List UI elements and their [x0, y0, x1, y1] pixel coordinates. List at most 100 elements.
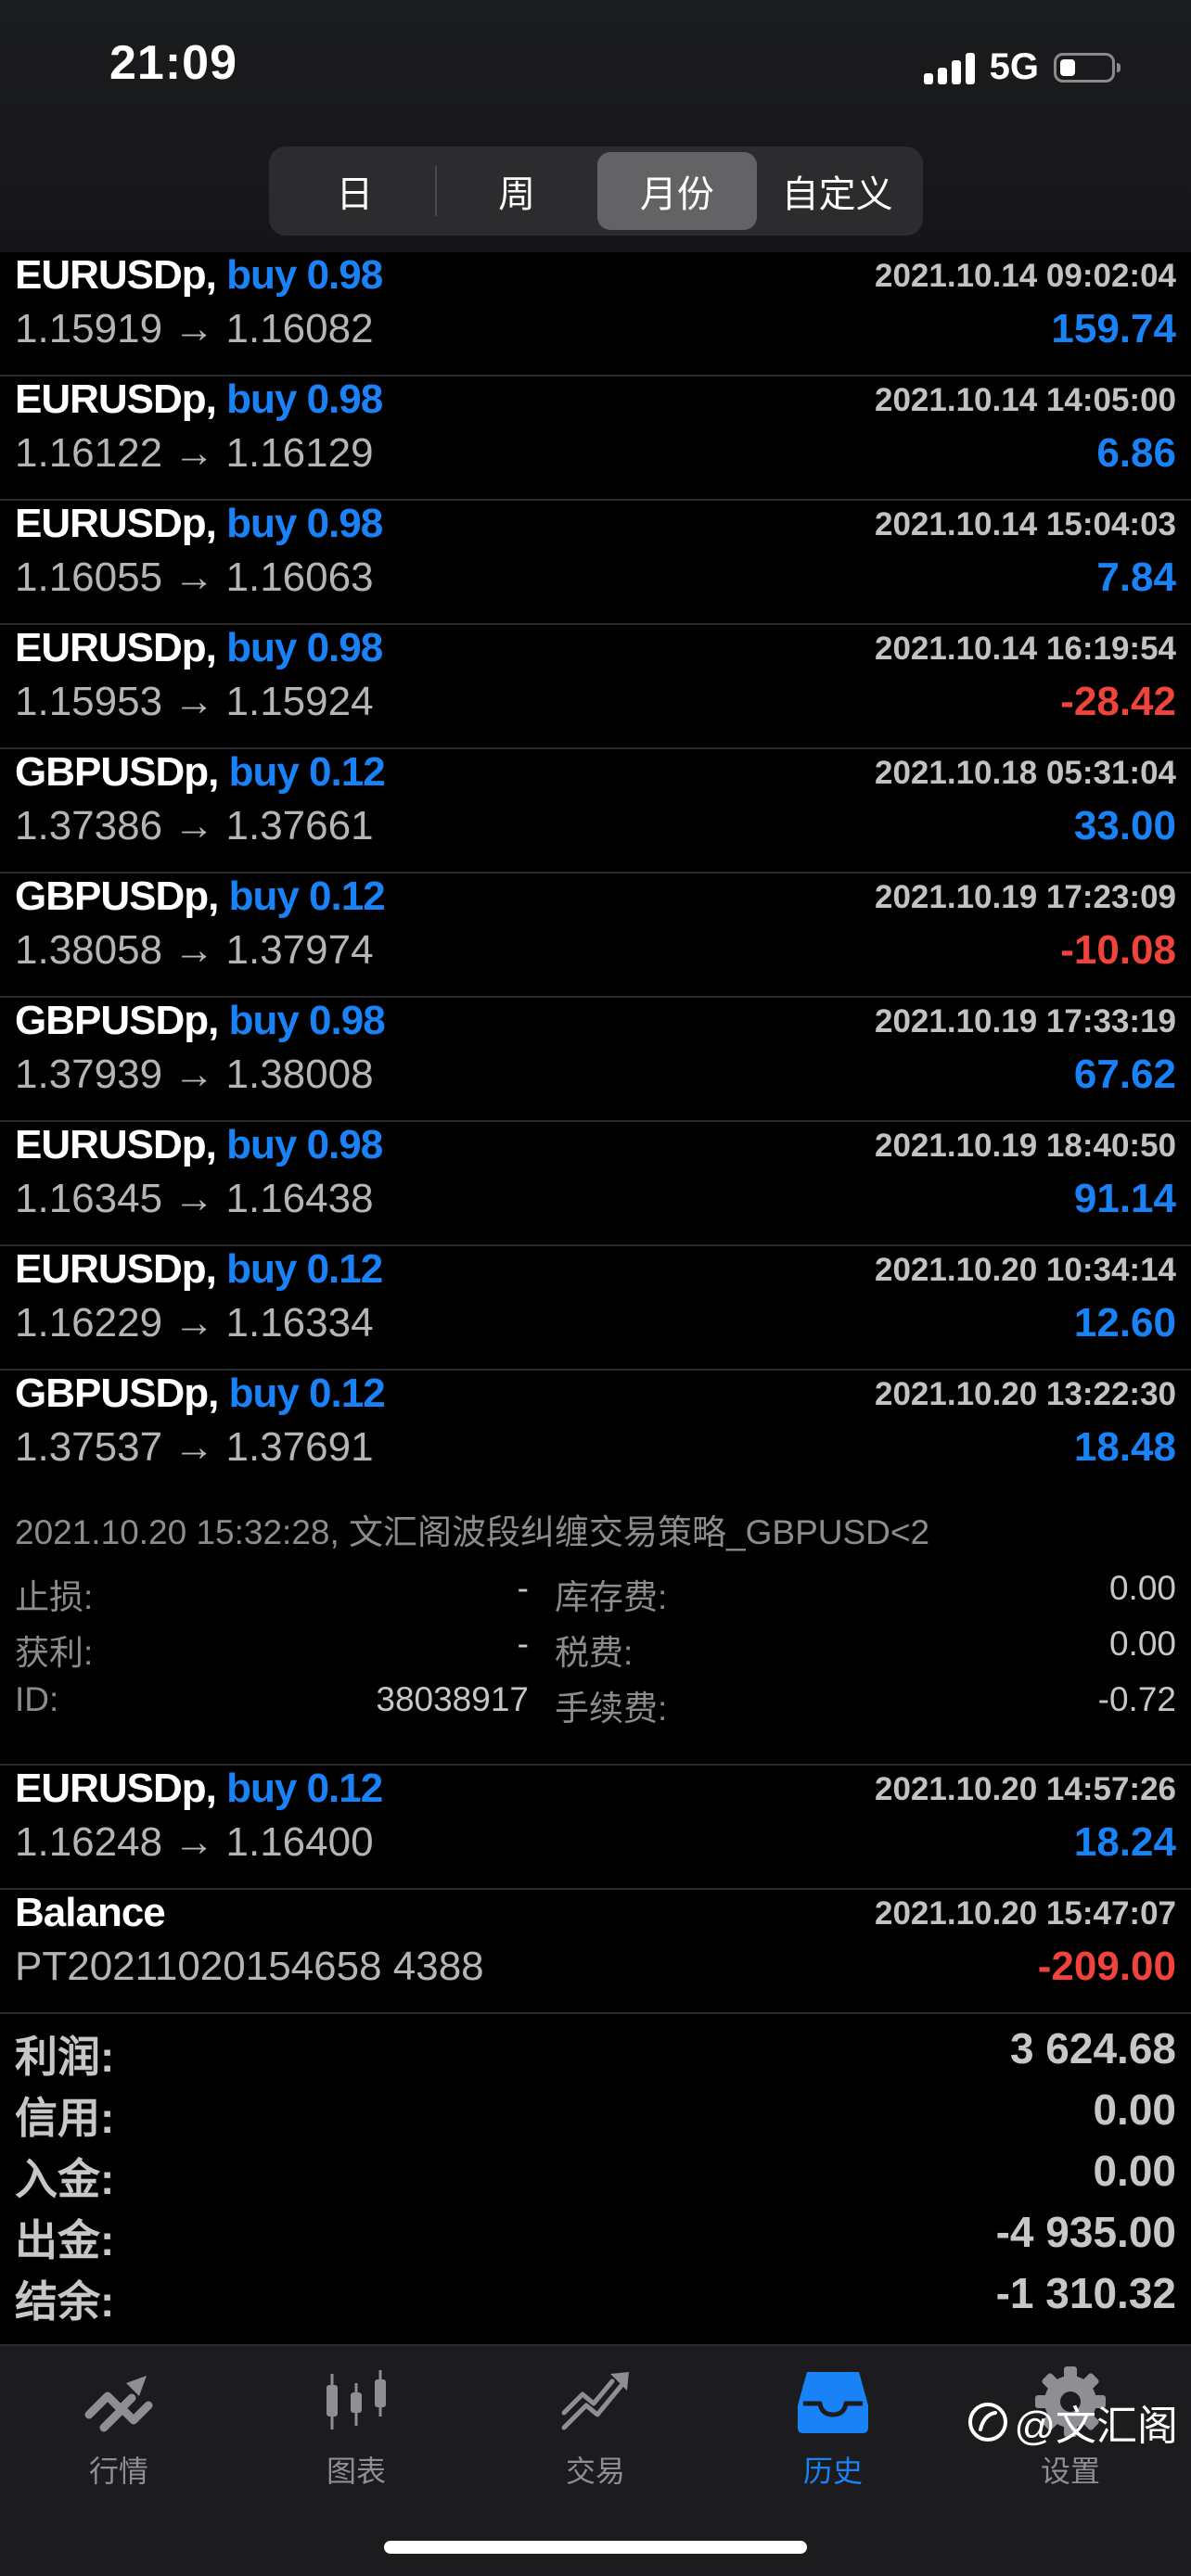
- trade-time: 2021.10.19 17:23:09: [875, 879, 1176, 915]
- tab-trade[interactable]: 交易: [503, 2363, 688, 2502]
- trade-profit: 18.24: [1073, 1819, 1176, 1865]
- segment-day[interactable]: 日: [275, 152, 435, 230]
- trade-row[interactable]: EURUSDp, buy 0.12 2021.10.20 14:57:26 1.…: [0, 1766, 1191, 1890]
- trade-symbol: EURUSDp,: [15, 252, 217, 298]
- trade-profit: 91.14: [1073, 1176, 1176, 1221]
- trade-detail-panel: 2021.10.20 15:32:28, 文汇阁波段纠缠交易策略_GBPUSD<…: [0, 1497, 1191, 1766]
- trade-row[interactable]: EURUSDp, buy 0.98 2021.10.14 09:02:04 1.…: [0, 252, 1191, 376]
- trade-side: buy 0.12: [228, 874, 386, 919]
- trade-time: 2021.10.19 17:33:19: [875, 1003, 1176, 1039]
- trade-time: 2021.10.20 13:22:30: [875, 1376, 1176, 1412]
- trade-symbol: EURUSDp,: [15, 501, 217, 546]
- summary-balance: 结余: -1 310.32: [0, 2266, 1191, 2327]
- network-label: 5G: [989, 46, 1039, 87]
- summary-profit: 利润: 3 624.68: [0, 2021, 1191, 2083]
- account-summary: 利润: 3 624.68 信用: 0.00 入金: 0.00 出金: -4 93…: [0, 2021, 1191, 2327]
- segment-week[interactable]: 周: [437, 152, 597, 230]
- trade-row[interactable]: GBPUSDp, buy 0.98 2021.10.19 17:33:19 1.…: [0, 998, 1191, 1122]
- trade-side: buy 0.98: [228, 998, 386, 1043]
- swap-value: 0.00: [1108, 1569, 1176, 1607]
- trade-row[interactable]: GBPUSDp, buy 0.12 2021.10.19 17:23:09 1.…: [0, 874, 1191, 998]
- trade-row[interactable]: EURUSDp, buy 0.98 2021.10.14 16:19:54 1.…: [0, 625, 1191, 749]
- trade-profit: -10.08: [1060, 927, 1176, 973]
- trade-row[interactable]: EURUSDp, buy 0.98 2021.10.14 14:05:00 1.…: [0, 376, 1191, 501]
- segment-month[interactable]: 月份: [596, 152, 758, 230]
- trade-row[interactable]: EURUSDp, buy 0.98 2021.10.19 18:40:50 1.…: [0, 1122, 1191, 1246]
- trade-row[interactable]: GBPUSDp, buy 0.12 2021.10.18 05:31:04 1.…: [0, 749, 1191, 874]
- balance-row[interactable]: Balance 2021.10.20 15:47:07 PT2021102015…: [0, 1890, 1191, 2014]
- summary-credit: 信用: 0.00: [0, 2083, 1191, 2144]
- summary-label: 信用:: [15, 2094, 115, 2142]
- weibo-logo-icon: [968, 2403, 1008, 2442]
- trade-symbol: EURUSDp,: [15, 1766, 217, 1811]
- trade-symbol: GBPUSDp,: [15, 998, 219, 1043]
- summary-label: 利润:: [15, 2033, 115, 2081]
- trade-profit: 7.84: [1096, 555, 1176, 600]
- trade-profit: 67.62: [1073, 1052, 1176, 1097]
- trade-row[interactable]: EURUSDp, buy 0.12 2021.10.20 10:34:14 1.…: [0, 1246, 1191, 1371]
- quotes-icon: [84, 2376, 153, 2432]
- swap-label: 库存费:: [555, 1578, 668, 1616]
- trade-prices: 1.15953 → 1.15924: [15, 679, 374, 724]
- summary-deposit: 入金: 0.00: [0, 2144, 1191, 2205]
- trade-prices: 1.37939 → 1.38008: [15, 1052, 374, 1097]
- trade-profit: 12.60: [1073, 1300, 1176, 1345]
- trade-side: buy 0.98: [226, 376, 383, 422]
- trade-profit: 6.86: [1096, 430, 1176, 476]
- watermark-text: @文汇阁: [1014, 2404, 1178, 2449]
- trade-side: buy 0.12: [226, 1766, 383, 1811]
- take-profit-label: 获利:: [15, 1634, 94, 1672]
- balance-reference: PT20211020154658 4388: [15, 1944, 484, 1989]
- id-value: 38038917: [376, 1680, 529, 1718]
- balance-amount: -209.00: [1037, 1944, 1176, 1989]
- segment-custom[interactable]: 自定义: [757, 152, 917, 230]
- home-indicator[interactable]: [384, 2541, 807, 2554]
- trade-side: buy 0.12: [228, 749, 386, 795]
- status-time: 21:09: [109, 36, 237, 90]
- trade-side: buy 0.98: [226, 625, 383, 670]
- summary-label: 入金:: [15, 2155, 115, 2203]
- tab-label: 历史: [802, 2455, 863, 2488]
- summary-value: 0.00: [1093, 2147, 1176, 2195]
- trade-row[interactable]: EURUSDp, buy 0.98 2021.10.14 15:04:03 1.…: [0, 501, 1191, 625]
- tab-label: 设置: [1040, 2455, 1100, 2488]
- tab-label: 交易: [565, 2455, 625, 2488]
- trade-time: 2021.10.18 05:31:04: [875, 755, 1176, 791]
- trade-prices: 1.16055 → 1.16063: [15, 555, 374, 600]
- detail-comment: 2021.10.20 15:32:28, 文汇阁波段纠缠交易策略_GBPUSD<…: [15, 1513, 930, 1551]
- trade-side: buy 0.12: [228, 1371, 386, 1416]
- trade-prices: 1.38058 → 1.37974: [15, 927, 374, 973]
- tab-history[interactable]: 历史: [740, 2363, 926, 2502]
- trade-prices: 1.15919 → 1.16082: [15, 306, 374, 351]
- trade-time: 2021.10.14 16:19:54: [875, 631, 1176, 667]
- trade-prices: 1.16229 → 1.16334: [15, 1300, 374, 1345]
- trade-time: 2021.10.14 15:04:03: [875, 506, 1176, 542]
- commission-value: -0.72: [1097, 1680, 1176, 1718]
- summary-label: 出金:: [15, 2216, 115, 2264]
- summary-value: 3 624.68: [1009, 2024, 1176, 2072]
- trade-profit: 33.00: [1073, 803, 1176, 848]
- history-list: EURUSDp, buy 0.98 2021.10.14 09:02:04 1.…: [0, 252, 1191, 2014]
- battery-icon: [1054, 52, 1121, 83]
- summary-value: 0.00: [1093, 2085, 1176, 2134]
- balance-label: Balance: [15, 1890, 166, 1935]
- trade-prices: 1.37537 → 1.37691: [15, 1424, 374, 1470]
- signal-icon: [923, 51, 975, 84]
- trade-side: buy 0.98: [226, 501, 383, 546]
- trade-icon: [561, 2372, 629, 2430]
- trade-prices: 1.37386 → 1.37661: [15, 803, 374, 848]
- header: 21:09 5G 日 周 月份 自定义: [0, 0, 1191, 252]
- trade-profit: 18.48: [1073, 1424, 1176, 1470]
- tab-label: 行情: [88, 2455, 148, 2488]
- summary-value: -4 935.00: [995, 2208, 1176, 2256]
- summary-label: 结余:: [15, 2277, 115, 2326]
- trade-row-expanded[interactable]: GBPUSDp, buy 0.12 2021.10.20 13:22:30 1.…: [0, 1371, 1191, 1497]
- status-indicators: 5G: [923, 46, 1121, 88]
- tax-value: 0.00: [1108, 1625, 1176, 1663]
- tab-chart[interactable]: 图表: [263, 2363, 449, 2502]
- trade-side: buy 0.98: [226, 1122, 383, 1167]
- trade-symbol: GBPUSDp,: [15, 874, 219, 919]
- tab-quotes[interactable]: 行情: [26, 2363, 211, 2502]
- balance-time: 2021.10.20 15:47:07: [875, 1895, 1176, 1932]
- chart-icon: [327, 2370, 386, 2429]
